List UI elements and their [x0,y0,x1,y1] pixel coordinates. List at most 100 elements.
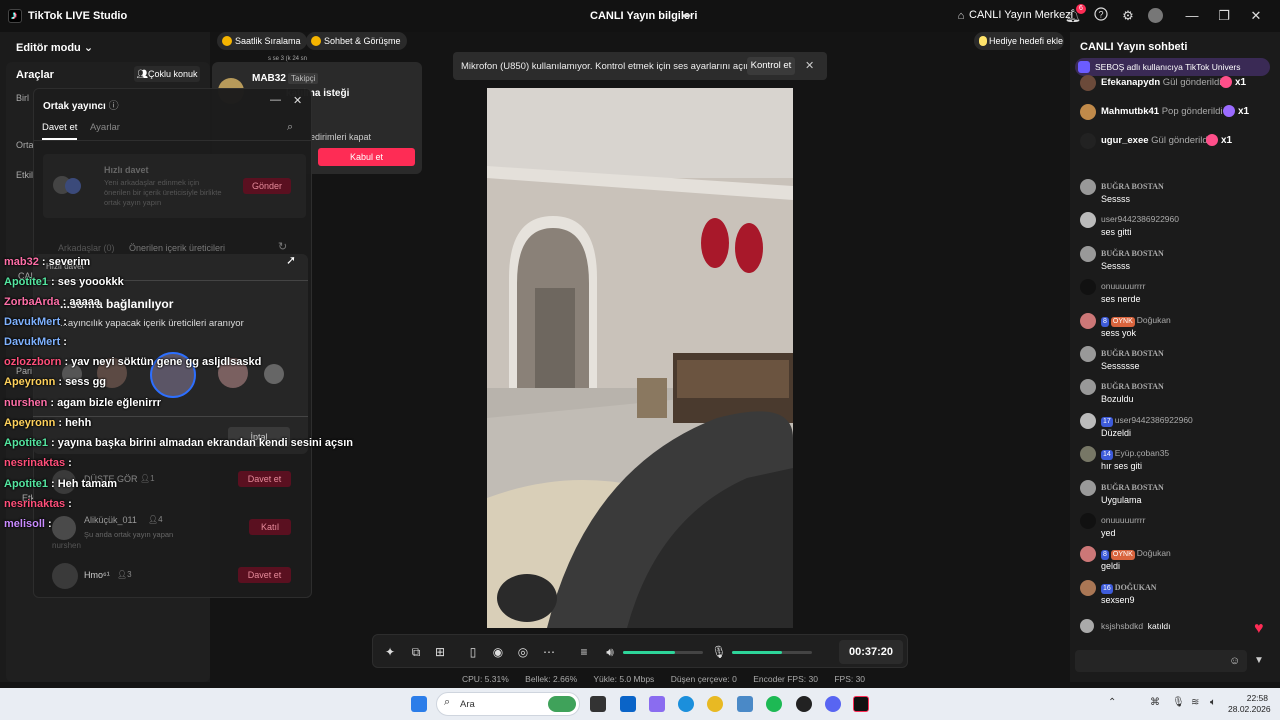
windows-taskbar: ⌕ ⌃ ⌘ 🎙︎ ≋ 🔈︎ [0,688,1280,720]
gift-count: x1 [1238,106,1250,117]
chat-username: BUĞRA BOSTAN [1101,381,1164,391]
record-icon[interactable]: ◉ [490,644,506,660]
heart-icon[interactable]: ♥ [1254,620,1264,638]
overlay-chat-user: nesrinaktas [4,498,66,510]
chat-meeting-chip[interactable]: Sohbet & Görüşme [306,32,407,50]
minimize-icon[interactable]: — [1183,7,1201,25]
outlook-icon[interactable] [620,696,636,712]
overlay-chat-user: mab32 [4,256,39,268]
tab-settings[interactable]: Ayarlar [90,122,120,133]
chat-username-text: BUĞRA BOSTAN [1101,248,1164,258]
search-icon[interactable]: ⌕ [287,121,293,134]
wifi-icon[interactable]: ≋ [1191,697,1199,708]
copilot-icon[interactable] [649,696,665,712]
editor-mode-dropdown[interactable]: Editör modu ⌄ [16,41,93,54]
windows-start-icon[interactable] [411,696,427,712]
tab-invite[interactable]: Davet et [42,122,78,140]
chat-text: Sessss [1101,194,1131,204]
overlay-chat-user: ZorbaArda [4,296,60,308]
live-center-link[interactable]: CANLI Yayın Merkezi [969,9,1073,21]
hourly-ranking-chip[interactable]: Saatlik Sıralama [217,32,307,50]
fps-stat: FPS: 30 [834,674,866,684]
close-icon[interactable]: ✕ [805,59,814,72]
divider [33,140,312,141]
accept-button[interactable]: Kabul et [318,148,415,166]
share-icon[interactable]: ➦ [682,9,691,22]
overlay-chat-line: Apeyronn: sess gg [4,376,106,388]
tool-fragment: Birl [16,93,29,103]
app-icon[interactable] [796,696,812,712]
chat-username: 8 OYNK Doğukan [1101,315,1171,327]
join-button[interactable]: Katıl [249,519,291,535]
clock-time: 22:58 [1246,693,1268,703]
overlay-chat-text: : sess gg [58,376,107,388]
gift-user: ugur_exee Gül gönderildi [1101,135,1210,146]
spotify-icon[interactable] [766,696,782,712]
chat-meeting-label: Sohbet & Görüşme [324,36,401,46]
microphone-icon[interactable]: 🎙︎ [711,644,727,660]
camera-effects-icon[interactable]: ◎ [515,644,531,660]
screen-add-icon[interactable]: ⊞ [432,644,448,660]
speaker-icon[interactable]: 🔈︎ [1210,697,1216,708]
settings-sliders-icon[interactable]: ≡ [576,644,592,660]
network-icon[interactable]: ⌘ [1150,697,1160,708]
multi-guest-label: Çoklu konuk [147,69,198,79]
chat-text: Sessss [1101,260,1131,271]
filter-icon[interactable]: ▼ [1254,655,1264,666]
refresh-icon[interactable]: ↻ [278,240,287,253]
settings-app-icon[interactable] [737,696,753,712]
gift-count: x1 [1221,135,1233,146]
tiktok-live-studio-icon[interactable] [853,696,869,712]
volume-slider[interactable] [623,651,703,654]
task-view-icon[interactable] [590,696,606,712]
chat-title: CANLI Yayın sohbeti [1080,41,1188,53]
user-badge: OYNK [1110,316,1135,327]
overlay-chat-user: DavukMert [4,316,61,328]
chat-username: 17 user9442386922960 [1101,415,1193,427]
chevron-up-icon[interactable]: ⌃ [1108,697,1116,708]
speaker-icon[interactable]: 🔊︎ [602,644,618,660]
invite-button[interactable]: Davet et [238,567,291,583]
more-icon[interactable]: ⋯ [541,644,557,660]
maximize-icon[interactable]: ❐ [1215,7,1233,25]
gift-user: Efekanapydn Gül gönderildi [1101,77,1222,88]
chat-username-text: onuuuuurrrr [1101,515,1146,525]
magic-effects-icon[interactable]: ✦ [382,644,398,660]
avatar [1080,133,1096,149]
check-button[interactable]: Kontrol et [747,57,795,75]
microphone-icon[interactable]: 🎙︎ [1172,697,1185,708]
editor-mode-label: Editör modu [16,42,81,54]
chat-username-text: BUĞRA BOSTAN [1101,482,1164,492]
widget-icon[interactable] [548,696,576,712]
overlay-chat-user: ozlozzborn [4,356,62,368]
layout-icon[interactable]: ⧉ [408,644,424,660]
discord-icon[interactable] [825,696,841,712]
avatar [1080,104,1096,120]
overlay-chat-line: ozlozzborn: yav neyi söktün gene gg aslj… [4,356,261,368]
system-clock[interactable]: 22:58 28.02.2026 [1228,693,1271,715]
close-icon[interactable]: ✕ [1247,7,1265,25]
chat-text: Bozuldu [1101,394,1134,405]
add-gift-goal-button[interactable]: Hediye hedefi ekle [974,32,1064,50]
avatar [1080,179,1096,195]
chat-username: BUĞRA BOSTAN [1101,248,1164,258]
chat-username-text: BUĞRA BOSTAN [1101,349,1164,358]
home-icon[interactable]: ⌂ [952,7,970,25]
help-icon[interactable]: ? [1092,7,1110,25]
chrome-icon[interactable] [707,696,723,712]
invite-button[interactable]: Davet et [238,471,291,487]
send-button[interactable]: Gönder [243,178,291,194]
close-icon[interactable]: ✕ [293,94,302,107]
mic-warning-text: Mikrofon (U850) kullanılamıyor. Kontrol … [461,61,754,72]
avatar[interactable] [1146,7,1164,25]
emoji-icon[interactable]: ☺ [1229,655,1240,667]
edge-icon[interactable] [678,696,694,712]
chevron-down-icon: ⌄ [83,42,94,54]
mic-slider[interactable] [732,651,812,654]
chat-username-text: user9442386922960 [1114,414,1193,425]
chat-input[interactable] [1075,650,1247,672]
minimize-icon[interactable]: — [270,94,281,106]
portrait-mode-icon[interactable]: ▯ [465,644,481,660]
multi-guest-button[interactable]: 👥︎Çoklu konuk [134,66,200,82]
gear-icon[interactable]: ⚙ [1119,7,1137,25]
